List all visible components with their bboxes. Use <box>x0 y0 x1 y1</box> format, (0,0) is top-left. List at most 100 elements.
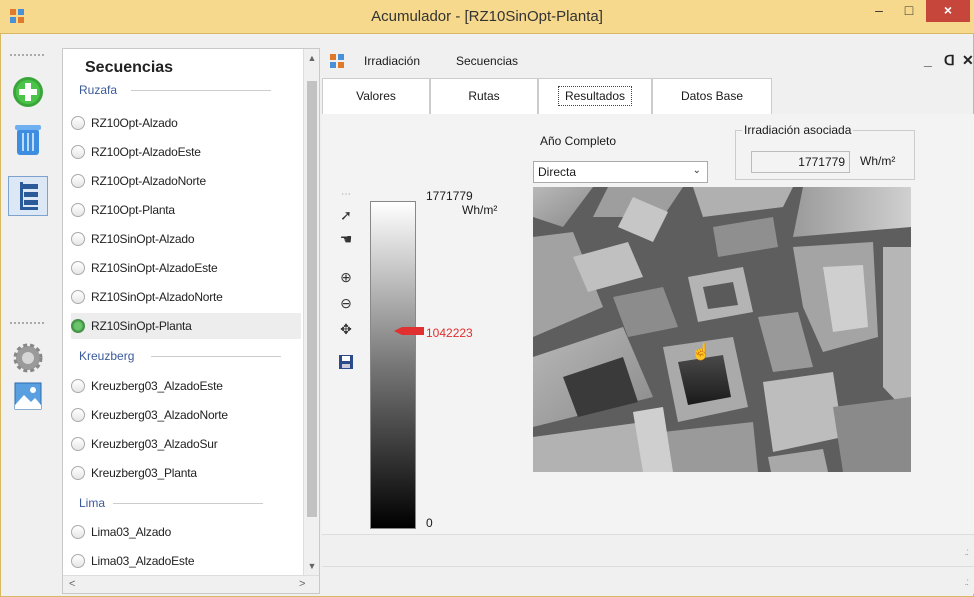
save-icon[interactable] <box>334 355 358 379</box>
tab-strip: Valores Rutas Resultados Datos Base <box>322 78 974 114</box>
mdi-restore-button[interactable]: ᗡ <box>944 52 955 69</box>
irradiation-map[interactable]: ☝ <box>533 187 911 472</box>
radio-button[interactable] <box>71 437 85 451</box>
list-item[interactable]: RZ10Opt-Planta <box>71 197 301 223</box>
group-label: Ruzafa <box>79 83 118 97</box>
toolbar-grip-2[interactable] <box>10 322 44 326</box>
tab-datos-base[interactable]: Datos Base <box>652 78 772 114</box>
list-item[interactable]: RZ10SinOpt-AlzadoNorte <box>71 284 301 310</box>
item-label: RZ10SinOpt-Planta <box>91 319 192 333</box>
scroll-down-icon[interactable]: ▼ <box>304 561 320 571</box>
title-bar: Acumulador - [RZ10SinOpt-Planta] – □ × <box>0 0 974 34</box>
status-strip: .: <box>322 534 974 566</box>
group-legend: Irradiación asociada <box>742 123 854 137</box>
list-item[interactable]: Lima03_Alzado <box>71 519 301 545</box>
radio-button[interactable] <box>71 290 85 304</box>
item-label: RZ10Opt-Alzado <box>91 116 178 130</box>
image-icon <box>14 382 42 410</box>
list-item-selected[interactable]: RZ10SinOpt-Planta <box>71 313 301 339</box>
mdi-close-button[interactable]: ✕ <box>962 52 974 69</box>
tab-valores[interactable]: Valores <box>322 78 430 114</box>
radio-button[interactable] <box>71 379 85 393</box>
radio-button[interactable] <box>71 466 85 480</box>
radio-button[interactable] <box>71 203 85 217</box>
list-item[interactable]: Lima03_AlzadoEste <box>71 548 301 574</box>
radio-button[interactable] <box>71 408 85 422</box>
item-label: Kreuzberg03_AlzadoEste <box>91 379 223 393</box>
radio-button[interactable] <box>71 232 85 246</box>
status-bar: .: <box>322 566 974 594</box>
minimize-button[interactable]: – <box>864 0 894 22</box>
close-button[interactable]: × <box>926 0 970 22</box>
menu-bar: Irradiación Secuencias _ ᗡ ✕ <box>322 48 974 74</box>
group-divider <box>113 503 263 504</box>
tab-label: Resultados <box>557 86 633 106</box>
tab-resultados[interactable]: Resultados <box>538 78 652 114</box>
associated-irradiation-group: Irradiación asociada 1771779 Wh/m² <box>735 123 915 180</box>
group-ruzafa: Ruzafa <box>79 83 271 97</box>
item-label: RZ10Opt-Planta <box>91 203 175 217</box>
irradiation-type-select[interactable]: Directa ⌄ <box>533 161 708 183</box>
radio-button[interactable] <box>71 525 85 539</box>
results-panel: Año Completo Directa ⌄ Irradiación asoci… <box>322 114 974 534</box>
item-label: RZ10Opt-AlzadoEste <box>91 145 201 159</box>
svg-text:☝: ☝ <box>691 342 711 361</box>
add-button[interactable] <box>8 72 48 112</box>
maximize-button[interactable]: □ <box>894 0 924 22</box>
item-label: RZ10SinOpt-Alzado <box>91 232 195 246</box>
associated-irradiation-value: 1771779 <box>751 151 850 173</box>
scale-max-label: 1771779 <box>426 189 473 203</box>
document-icon[interactable] <box>330 54 344 68</box>
list-item[interactable]: Kreuzberg03_Planta <box>71 460 301 486</box>
settings-button[interactable] <box>8 338 48 378</box>
list-item[interactable]: RZ10SinOpt-Alzado <box>71 226 301 252</box>
toolbar-grip[interactable] <box>10 54 44 58</box>
resize-grip-icon-2[interactable]: .: <box>964 577 968 588</box>
radio-button[interactable] <box>71 554 85 568</box>
list-item[interactable]: RZ10Opt-AlzadoEste <box>71 139 301 165</box>
tab-rutas[interactable]: Rutas <box>430 78 538 114</box>
resize-grip-icon[interactable]: .: <box>964 547 968 558</box>
horizontal-scrollbar[interactable]: < > <box>63 575 319 593</box>
scale-marker-label: 1042223 <box>426 326 473 340</box>
chevron-down-icon[interactable]: ⌄ <box>693 165 701 176</box>
radio-button[interactable] <box>71 145 85 159</box>
menu-secuencias[interactable]: Secuencias <box>456 54 518 68</box>
pointer-icon[interactable]: ➚ <box>334 207 358 231</box>
list-item[interactable]: Kreuzberg03_AlzadoNorte <box>71 402 301 428</box>
scroll-left-icon[interactable]: < <box>69 578 75 590</box>
radio-button[interactable] <box>71 261 85 275</box>
scroll-right-icon[interactable]: > <box>299 578 305 590</box>
menu-irradiacion[interactable]: Irradiación <box>364 54 420 68</box>
delete-button[interactable] <box>8 120 48 160</box>
color-scale-bar <box>370 201 416 529</box>
trash-icon <box>15 125 41 155</box>
radio-button[interactable] <box>71 116 85 130</box>
scale-min-label: 0 <box>426 516 433 530</box>
tree-button[interactable] <box>8 176 48 216</box>
vertical-scrollbar[interactable]: ▲ ▼ <box>303 49 319 577</box>
zoom-in-icon[interactable]: ⊕ <box>334 269 358 293</box>
scroll-thumb[interactable] <box>307 81 317 517</box>
item-label: Kreuzberg03_AlzadoSur <box>91 437 218 451</box>
mdi-minimize-button[interactable]: _ <box>924 52 932 68</box>
group-kreuzberg: Kreuzberg <box>79 349 281 363</box>
fit-view-icon[interactable]: ✥ <box>334 321 358 345</box>
radio-button[interactable] <box>71 174 85 188</box>
tab-label: Valores <box>356 89 396 103</box>
scale-marker-arrow[interactable] <box>394 327 424 335</box>
radio-button-checked[interactable] <box>71 319 85 333</box>
item-label: Lima03_Alzado <box>91 525 172 539</box>
list-item[interactable]: RZ10SinOpt-AlzadoEste <box>71 255 301 281</box>
tab-label: Rutas <box>468 89 500 103</box>
list-item[interactable]: RZ10Opt-Alzado <box>71 110 301 136</box>
view-toolbar: ⋯ ➚ ☚ ⊕ ⊖ ✥ <box>334 189 358 399</box>
pan-hand-icon[interactable]: ☚ <box>334 231 358 255</box>
zoom-out-icon[interactable]: ⊖ <box>334 295 358 319</box>
list-item[interactable]: RZ10Opt-AlzadoNorte <box>71 168 301 194</box>
item-label: RZ10Opt-AlzadoNorte <box>91 174 206 188</box>
list-item[interactable]: Kreuzberg03_AlzadoEste <box>71 373 301 399</box>
image-button[interactable] <box>8 376 48 416</box>
scroll-up-icon[interactable]: ▲ <box>304 53 320 63</box>
list-item[interactable]: Kreuzberg03_AlzadoSur <box>71 431 301 457</box>
